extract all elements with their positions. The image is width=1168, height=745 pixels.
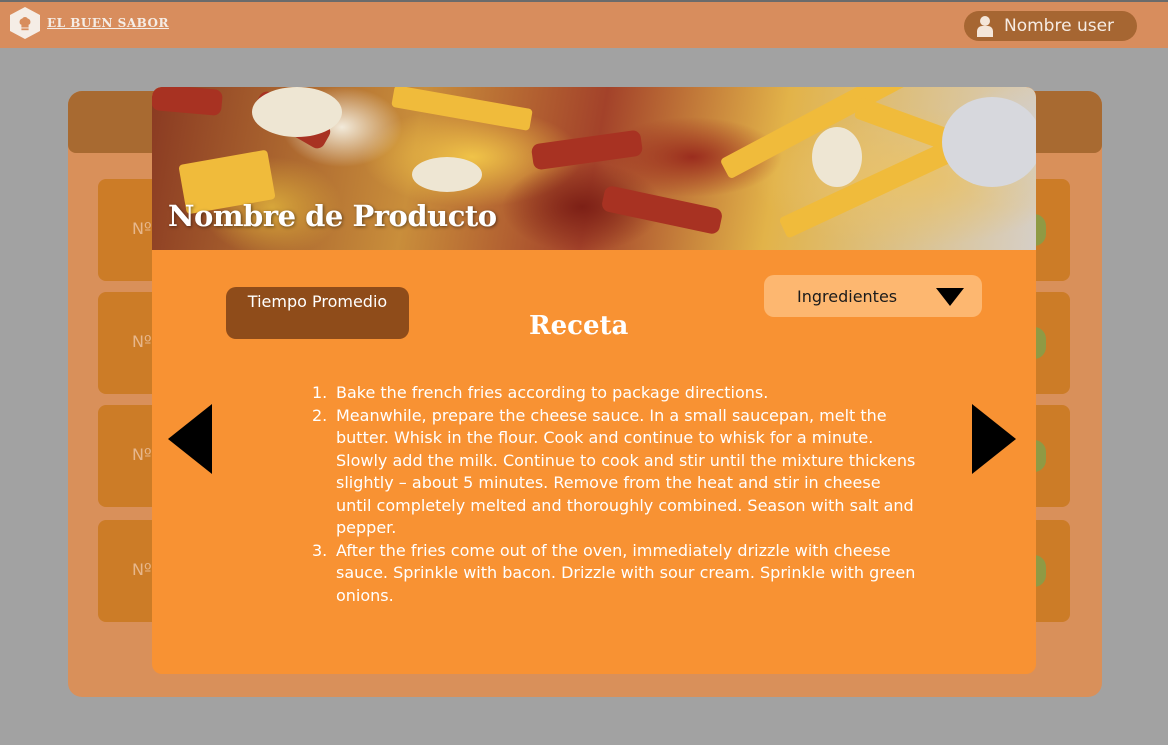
previous-arrow-icon[interactable] [168,404,212,474]
brand-name: EL BUEN SABOR [47,16,169,30]
product-image: Nombre de Producto [152,87,1036,250]
top-bar: EL BUEN SABOR Nombre user [0,0,1168,48]
product-name-title: Nombre de Producto [168,199,497,233]
recipe-heading: Receta [529,311,629,341]
next-arrow-icon[interactable] [972,404,1016,474]
order-number-label: Nº [132,560,152,579]
order-number-label: Nº [132,332,152,351]
ingredients-dropdown-label: Ingredientes [797,286,898,306]
recipe-steps: 1. Bake the french fries according to pac… [312,382,916,607]
caret-down-icon [936,288,964,306]
chef-hat-icon [10,7,40,39]
user-name: Nombre user [1004,16,1115,36]
order-number-label: Nº [132,445,152,464]
recipe-step: 2. Meanwhile, prepare the cheese sauce. I… [312,405,916,538]
tiempo-promedio-button[interactable]: Tiempo Promedio [226,287,409,339]
recipe-step: 1. Bake the french fries according to pac… [312,383,769,402]
brand-logo[interactable]: EL BUEN SABOR [10,7,169,39]
order-number-label: Nº [132,219,152,238]
user-menu-button[interactable]: Nombre user [964,11,1137,41]
user-icon [977,16,993,37]
recipe-modal: Nombre de Producto Tiempo Promedio Recet… [152,87,1036,674]
ingredients-dropdown[interactable]: Ingredientes [764,275,982,317]
recipe-step: 3. After the fries come out of the oven, … [312,540,916,605]
